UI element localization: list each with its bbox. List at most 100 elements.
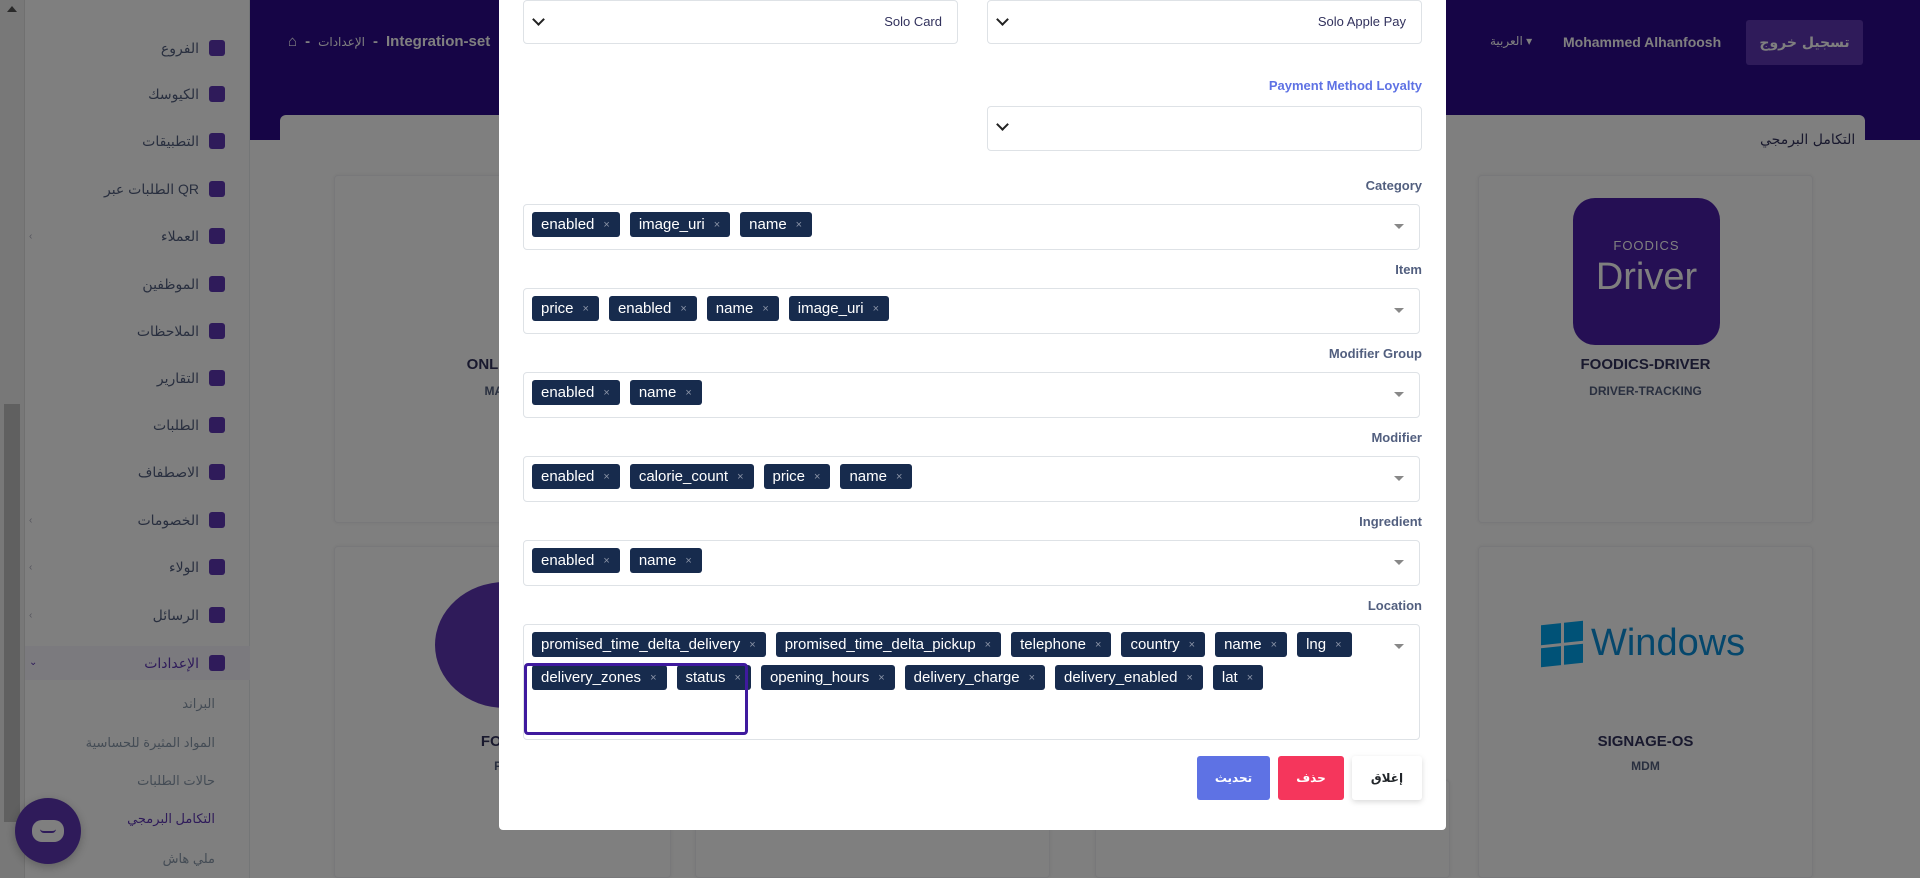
tag-label: promised_time_delta_pickup (784, 636, 976, 653)
remove-tag-icon[interactable]: × (1186, 672, 1192, 684)
caret-down-icon[interactable] (1394, 644, 1404, 649)
remove-tag-icon[interactable]: × (680, 303, 686, 315)
remove-tag-icon[interactable]: × (603, 471, 609, 483)
remove-tag-icon[interactable]: × (762, 303, 768, 315)
tag-label: delivery_charge (913, 669, 1020, 686)
category-multiselect[interactable]: enabled × image_uri × name × (523, 204, 1420, 250)
item-multiselect[interactable]: price × enabled × name × image_uri × (523, 288, 1420, 334)
category-label: Category (1365, 178, 1422, 193)
tag: delivery_charge × (904, 665, 1046, 690)
tag-label: delivery_enabled (1064, 669, 1178, 686)
payment-method-loyalty-label: Payment Method Loyalty (1268, 78, 1422, 93)
remove-tag-icon[interactable]: × (878, 672, 884, 684)
tag-label: name (749, 216, 787, 233)
ingredient-label: Ingredient (1359, 514, 1422, 529)
modifier-multiselect[interactable]: enabled × calorie_count × price × name × (523, 456, 1420, 502)
tag-label: name (715, 300, 754, 317)
tag: opening_hours × (760, 665, 895, 690)
tag-label: name (1224, 636, 1262, 653)
location-label: Location (1367, 598, 1422, 613)
close-button[interactable]: إغلاق (1352, 756, 1422, 800)
tag: name × (629, 548, 702, 573)
payment-method-loyalty-select[interactable] (987, 106, 1422, 151)
remove-tag-icon[interactable]: × (796, 219, 802, 231)
remove-tag-icon[interactable]: × (603, 219, 609, 231)
chevron-down-icon (996, 13, 1009, 26)
tag: name × (706, 296, 779, 321)
tag: name × (840, 464, 913, 489)
tag-label: promised_time_delta_delivery (541, 636, 741, 653)
remove-tag-icon[interactable]: × (685, 555, 691, 567)
remove-tag-icon[interactable]: × (896, 471, 902, 483)
tag-label: enabled (617, 300, 672, 317)
caret-down-icon[interactable] (1394, 392, 1404, 397)
ingredient-multiselect[interactable]: enabled × name × (523, 540, 1420, 586)
solo-apple-pay-select[interactable]: Solo Apple Pay (987, 0, 1422, 44)
solo-card-select[interactable]: Solo Card (523, 0, 958, 44)
tag: enabled × (532, 548, 620, 573)
remove-tag-icon[interactable]: × (1029, 672, 1035, 684)
tag: telephone × (1011, 632, 1112, 657)
select-value: Solo Card (884, 14, 942, 29)
remove-tag-icon[interactable]: × (650, 672, 656, 684)
tag-label: price (541, 300, 574, 317)
tag: enabled × (532, 464, 620, 489)
tag-label: telephone (1020, 636, 1087, 653)
tag-label: status (685, 669, 726, 686)
remove-tag-icon[interactable]: × (1271, 639, 1277, 651)
remove-tag-icon[interactable]: × (1247, 672, 1253, 684)
remove-tag-icon[interactable]: × (685, 387, 691, 399)
remove-tag-icon[interactable]: × (737, 471, 743, 483)
remove-tag-icon[interactable]: × (583, 303, 589, 315)
remove-tag-icon[interactable]: × (873, 303, 879, 315)
tag-label: enabled (541, 384, 595, 401)
tag-label: name (849, 468, 887, 485)
tag-label: enabled (541, 216, 595, 233)
tag-label: country (1130, 636, 1180, 653)
modifier-group-multiselect[interactable]: enabled × name × (523, 372, 1420, 418)
tag-label: lat (1221, 669, 1238, 686)
remove-tag-icon[interactable]: × (749, 639, 755, 651)
caret-down-icon[interactable] (1394, 308, 1404, 313)
tag: name × (629, 380, 702, 405)
item-label: Item (1395, 262, 1422, 277)
tag-label: image_uri (797, 300, 864, 317)
caret-down-icon[interactable] (1394, 560, 1404, 565)
remove-tag-icon[interactable]: × (1189, 639, 1195, 651)
caret-down-icon[interactable] (1394, 476, 1404, 481)
remove-tag-icon[interactable]: × (603, 387, 609, 399)
tag: promised_time_delta_pickup × (775, 632, 1002, 657)
delete-button[interactable]: حذف (1278, 756, 1344, 800)
tag-label: enabled (541, 552, 595, 569)
tag: image_uri × (629, 212, 731, 237)
remove-tag-icon[interactable]: × (603, 555, 609, 567)
tag-label: name (638, 384, 677, 401)
select-value: Solo Apple Pay (1317, 14, 1406, 29)
modifier-label: Modifier (1371, 430, 1422, 445)
tag: lat × (1212, 665, 1264, 690)
tag: enabled × (532, 212, 620, 237)
tag: status × (676, 665, 751, 690)
tag-label: image_uri (638, 216, 705, 233)
remove-tag-icon[interactable]: × (814, 471, 820, 483)
tag-label: delivery_zones (541, 669, 642, 686)
remove-tag-icon[interactable]: × (1335, 639, 1341, 651)
tag: image_uri × (788, 296, 890, 321)
chevron-down-icon (996, 118, 1009, 131)
remove-tag-icon[interactable]: × (735, 672, 741, 684)
tag: delivery_zones × (532, 665, 667, 690)
tag: delivery_enabled × (1055, 665, 1203, 690)
tag-label: calorie_count (638, 468, 729, 485)
remove-tag-icon[interactable]: × (1095, 639, 1101, 651)
caret-down-icon[interactable] (1394, 224, 1404, 229)
tag: name × (740, 212, 813, 237)
tag: promised_time_delta_delivery × (532, 632, 766, 657)
tag-label: price (772, 468, 806, 485)
tag: price × (532, 296, 599, 321)
tag: price × (763, 464, 831, 489)
remove-tag-icon[interactable]: × (985, 639, 991, 651)
remove-tag-icon[interactable]: × (714, 219, 720, 231)
tag-label: opening_hours (769, 669, 870, 686)
location-multiselect[interactable]: promised_time_delta_delivery × promised_t… (523, 624, 1420, 740)
update-button[interactable]: تحديث (1197, 756, 1270, 800)
